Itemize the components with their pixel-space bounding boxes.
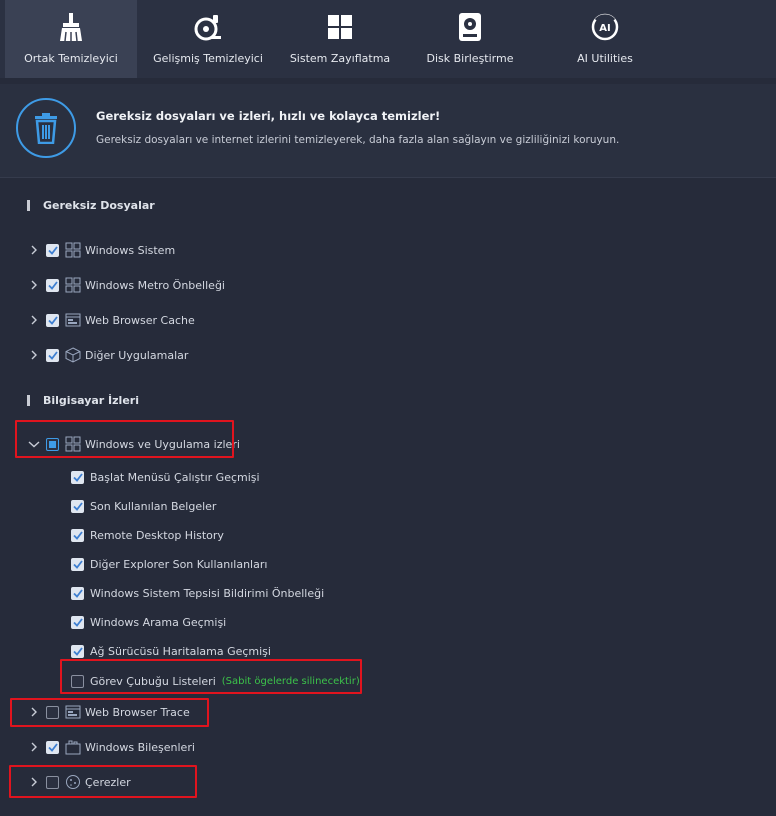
checkbox[interactable] — [46, 348, 59, 362]
list-item-child[interactable]: Windows Sistem Tepsisi Bildirimi Önbelle… — [71, 583, 324, 603]
broom-icon — [56, 12, 86, 42]
checkbox[interactable] — [71, 586, 84, 600]
tab-label: AI Utilities — [577, 52, 633, 65]
windows-icon — [325, 12, 355, 42]
item-label: Diğer Explorer Son Kullanılanları — [90, 557, 268, 571]
tab-label: Gelişmiş Temizleyici — [153, 52, 263, 65]
list-item-windows-sistem[interactable]: Windows Sistem — [26, 240, 175, 260]
header-banner: Gereksiz dosyaları ve izleri, hızlı ve k… — [0, 84, 776, 178]
checkbox[interactable] — [71, 615, 84, 629]
components-icon — [65, 739, 81, 755]
list-item-child[interactable]: Ağ Sürücüsü Haritalama Geçmişi — [71, 641, 271, 661]
browser-icon — [65, 312, 81, 328]
highlight-box — [10, 698, 209, 727]
item-label: Başlat Menüsü Çalıştır Geçmişi — [90, 470, 260, 484]
item-label: Ağ Sürücüsü Haritalama Geçmişi — [90, 644, 271, 658]
highlight-box — [9, 765, 197, 798]
checkbox[interactable] — [71, 557, 84, 571]
top-nav: Ortak Temizleyici Gelişmiş Temizleyici S… — [0, 0, 776, 78]
checkbox[interactable] — [71, 644, 84, 658]
checkbox[interactable] — [71, 499, 84, 513]
list-item-child[interactable]: Başlat Menüsü Çalıştır Geçmişi — [71, 467, 260, 487]
tab-label: Disk Birleştirme — [426, 52, 514, 65]
tab-ortak-temizleyici[interactable]: Ortak Temizleyici — [5, 0, 137, 78]
item-label: Remote Desktop History — [90, 528, 224, 542]
item-label: Diğer Uygulamalar — [85, 348, 189, 362]
chevron-right-icon[interactable] — [26, 242, 42, 258]
tab-label: Sistem Zayıflatma — [289, 52, 391, 65]
tab-disk-birlestirme[interactable]: Disk Birleştirme — [401, 0, 539, 78]
section-title-traces: Bilgisayar İzleri — [27, 394, 139, 407]
banner-title: Gereksiz dosyaları ve izleri, hızlı ve k… — [96, 109, 441, 123]
box-icon — [65, 347, 81, 363]
list-item-child[interactable]: Windows Arama Geçmişi — [71, 612, 226, 632]
disk-icon — [455, 12, 485, 42]
ai-icon: AI — [590, 12, 620, 42]
chevron-right-icon[interactable] — [26, 312, 42, 328]
list-item-windows-bilesenleri[interactable]: Windows Bileşenleri — [26, 737, 195, 757]
advanced-clean-icon — [193, 12, 223, 42]
item-label: Web Browser Cache — [85, 313, 195, 327]
tab-sistem-zayiflatma[interactable]: Sistem Zayıflatma — [279, 0, 401, 78]
list-item-windows-metro[interactable]: Windows Metro Önbelleği — [26, 275, 225, 295]
svg-text:AI: AI — [599, 23, 610, 34]
tab-gelismis-temizleyici[interactable]: Gelişmiş Temizleyici — [137, 0, 279, 78]
tab-ai-utilities[interactable]: AI AI Utilities — [539, 0, 671, 78]
item-label: Windows Metro Önbelleği — [85, 278, 225, 292]
trash-icon — [16, 98, 76, 158]
item-label: Son Kullanılan Belgeler — [90, 499, 217, 513]
list-item-child[interactable]: Son Kullanılan Belgeler — [71, 496, 216, 516]
checkbox[interactable] — [71, 470, 84, 484]
list-item-web-browser-cache[interactable]: Web Browser Cache — [26, 310, 195, 330]
list-item-child[interactable]: Diğer Explorer Son Kullanılanları — [71, 554, 267, 574]
highlight-box — [60, 659, 362, 694]
checkbox[interactable] — [71, 528, 84, 542]
item-label: Windows Sistem Tepsisi Bildirimi Önbelle… — [90, 586, 325, 600]
item-label: Windows Arama Geçmişi — [90, 615, 227, 629]
windows-grid-icon — [65, 277, 81, 293]
banner-description: Gereksiz dosyaları ve internet izlerini … — [96, 134, 620, 146]
checkbox[interactable] — [46, 278, 59, 292]
chevron-right-icon[interactable] — [26, 277, 42, 293]
chevron-right-icon[interactable] — [26, 347, 42, 363]
windows-grid-icon — [65, 242, 81, 258]
highlight-box — [15, 420, 234, 458]
tab-label: Ortak Temizleyici — [24, 52, 118, 65]
item-label: Windows Sistem — [85, 243, 176, 257]
checkbox[interactable] — [46, 313, 59, 327]
list-item-child[interactable]: Remote Desktop History — [71, 525, 224, 545]
list-item-diger-uygulamalar[interactable]: Diğer Uygulamalar — [26, 345, 188, 365]
item-label: Windows Bileşenleri — [85, 740, 195, 754]
checkbox[interactable] — [46, 740, 59, 754]
checkbox[interactable] — [46, 243, 59, 257]
section-title-junk: Gereksiz Dosyalar — [27, 199, 155, 212]
chevron-right-icon[interactable] — [26, 739, 42, 755]
